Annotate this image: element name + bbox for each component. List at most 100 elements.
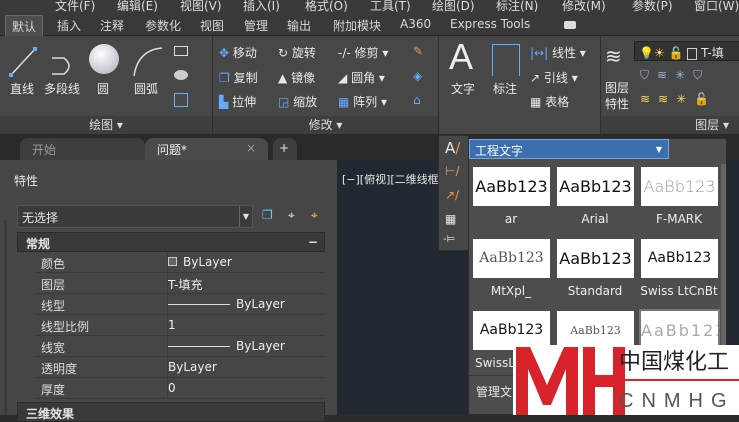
pin-icon[interactable]: -⊨	[443, 234, 455, 245]
line-icon[interactable]	[8, 46, 38, 78]
ribbon: 直线 多段线 圆 圆弧 绘图 ▾ ✥ 移动 ↻ 旋转 -/- 修剪 ▾ ❐ 复制…	[0, 36, 739, 134]
layer-properties-icon[interactable]: ≋	[605, 44, 622, 68]
style-thumb-standard[interactable]: AaBb123	[557, 239, 634, 278]
text-style-icon[interactable]: A/	[445, 139, 460, 157]
property-row[interactable]: 图层 T-填充	[35, 272, 325, 294]
circle-icon[interactable]	[89, 44, 119, 74]
line-label[interactable]: 直线	[10, 80, 34, 97]
tab-addins[interactable]: 附加模块	[333, 17, 381, 34]
viewport-controls[interactable]: [−][俯视][二维线框	[342, 171, 439, 187]
move-button[interactable]: ✥ 移动	[219, 44, 257, 61]
property-row[interactable]: 颜色 ByLayer	[35, 251, 325, 273]
menu-view[interactable]: 视图(V)	[180, 0, 222, 13]
offset-icon[interactable]: ⌂	[413, 93, 421, 107]
tab-a360[interactable]: A360	[400, 17, 431, 31]
layer-properties-label-1[interactable]: 图层	[605, 79, 629, 96]
panel-toggle-icon[interactable]	[564, 21, 576, 29]
section-general[interactable]: 常规 −	[17, 232, 325, 252]
menu-draw[interactable]: 绘图(D)	[432, 0, 475, 13]
boundary-icon[interactable]	[174, 93, 188, 107]
menu-modify[interactable]: 修改(M)	[562, 0, 606, 13]
text-style-dropdown[interactable]: 工程文字 ▼	[469, 139, 669, 159]
menu-file[interactable]: 文件(F)	[55, 0, 95, 13]
property-row[interactable]: 透明度 ByLayer	[35, 356, 325, 378]
scrollbar[interactable]	[4, 220, 7, 415]
style-thumb-mtxpl[interactable]: AaBb123	[473, 239, 550, 278]
array-button[interactable]: ▦ 阵列 ▾	[338, 93, 387, 110]
menu-bar: 文件(F) 编辑(E) 视图(V) 插入(I) 格式(O) 工具(T) 绘图(D…	[0, 0, 739, 13]
circle-label[interactable]: 圆	[97, 80, 109, 97]
scrollbar[interactable]	[721, 164, 726, 364]
property-row[interactable]: 线型比例 1	[35, 314, 325, 336]
table-button[interactable]: ▦ 表格	[530, 93, 569, 110]
tab-start[interactable]: 开始	[20, 138, 145, 160]
menu-parametric[interactable]: 参数(P)	[632, 0, 673, 13]
dimension-icon[interactable]	[492, 44, 520, 76]
scale-button[interactable]: ◲ 缩放	[278, 93, 317, 110]
dimension-label[interactable]: 标注	[493, 80, 517, 97]
quick-select-icon[interactable]: ❐	[262, 208, 273, 222]
tab-insert[interactable]: 插入	[57, 17, 81, 34]
erase-icon[interactable]: ✎	[413, 44, 423, 58]
tab-output[interactable]: 输出	[287, 17, 311, 34]
property-row[interactable]: 线型 ByLayer	[35, 293, 325, 315]
style-thumb-fmark[interactable]: AaBb123	[641, 167, 718, 206]
mirror-button[interactable]: ▲ 镜像	[278, 69, 315, 86]
ribbon-tabs: 默认 插入 注释 参数化 视图 管理 输出 附加模块 A360 Express …	[0, 13, 739, 36]
layer-dropdown[interactable]: 💡☀ 🔓 T-填	[634, 41, 739, 61]
property-row[interactable]: 厚度 0	[35, 377, 325, 399]
explode-icon[interactable]: ◈	[413, 69, 422, 83]
draw-panel-label[interactable]: 绘图 ▾	[0, 116, 212, 134]
text-label[interactable]: 文字	[451, 80, 475, 97]
manage-text-styles-link[interactable]: 管理文	[476, 383, 512, 400]
arc-icon[interactable]	[130, 44, 164, 78]
layers-panel-label[interactable]: 图层 ▾	[601, 116, 739, 134]
section-3d-effects[interactable]: 三维效果	[17, 402, 325, 422]
style-label: ar	[504, 212, 518, 226]
arc-label[interactable]: 圆弧	[134, 80, 158, 97]
new-tab-button[interactable]: +	[273, 138, 297, 160]
style-thumb-arial[interactable]: AaBb123	[557, 167, 634, 206]
copy-button[interactable]: ❐ 复制	[219, 69, 258, 86]
menu-dimension[interactable]: 标注(N)	[496, 0, 538, 13]
polyline-label[interactable]: 多段线	[44, 80, 80, 97]
tab-drawing[interactable]: 问题* ×	[145, 138, 268, 160]
polyline-icon[interactable]	[48, 46, 78, 78]
modify-panel-label[interactable]: 修改 ▾	[213, 116, 438, 134]
style-thumb-swiss-ltcnbt[interactable]: AaBb123	[641, 239, 718, 278]
menu-tools[interactable]: 工具(T)	[370, 0, 411, 13]
property-row[interactable]: 线宽 ByLayer	[35, 335, 325, 357]
fillet-button[interactable]: ◢ 圆角 ▾	[338, 69, 385, 86]
hatch-icon[interactable]	[174, 70, 188, 80]
table-style-icon[interactable]: ▦	[445, 212, 456, 226]
tab-annotate[interactable]: 注释	[100, 17, 124, 34]
rectangle-icon[interactable]	[174, 46, 188, 56]
close-icon[interactable]: ×	[246, 141, 256, 155]
layer-properties-label-2[interactable]: 特性	[605, 95, 629, 112]
toggle-pickadd-icon[interactable]: ⌖	[311, 208, 318, 223]
trim-button[interactable]: -/- 修剪 ▾	[338, 44, 388, 61]
tab-express-tools[interactable]: Express Tools	[450, 17, 530, 31]
chevron-down-icon: ▼	[239, 206, 252, 227]
menu-insert[interactable]: 插入(I)	[243, 0, 280, 13]
leader-style-icon[interactable]: ↗/	[445, 188, 459, 202]
menu-window[interactable]: 窗口(W)	[694, 0, 739, 13]
rotate-button[interactable]: ↻ 旋转	[278, 44, 316, 61]
linear-button[interactable]: |↔| 线性 ▾	[530, 44, 586, 61]
selection-dropdown[interactable]: 无选择 ▼	[17, 205, 253, 228]
tab-parametric[interactable]: 参数化	[145, 17, 181, 34]
menu-format[interactable]: 格式(O)	[305, 0, 348, 13]
tab-view[interactable]: 视图	[200, 17, 224, 34]
style-thumb-ar[interactable]: AaBb123	[473, 167, 550, 206]
style-label: MtXpl_	[490, 284, 532, 298]
leader-button[interactable]: ↗ 引线 ▾	[530, 69, 578, 86]
layer-tools-icon[interactable]: ⛉≋✳⛉	[640, 68, 710, 83]
text-icon[interactable]: A	[449, 36, 473, 78]
tab-default[interactable]: 默认	[5, 15, 44, 36]
layer-tools-icon[interactable]: ≋≋✳🔓	[640, 92, 717, 106]
dim-style-icon[interactable]: ⊢/	[445, 164, 460, 178]
stretch-button[interactable]: ▙ 拉伸	[219, 93, 256, 110]
menu-edit[interactable]: 编辑(E)	[117, 0, 158, 13]
select-objects-icon[interactable]: ⌖	[288, 208, 295, 223]
tab-manage[interactable]: 管理	[244, 17, 268, 34]
